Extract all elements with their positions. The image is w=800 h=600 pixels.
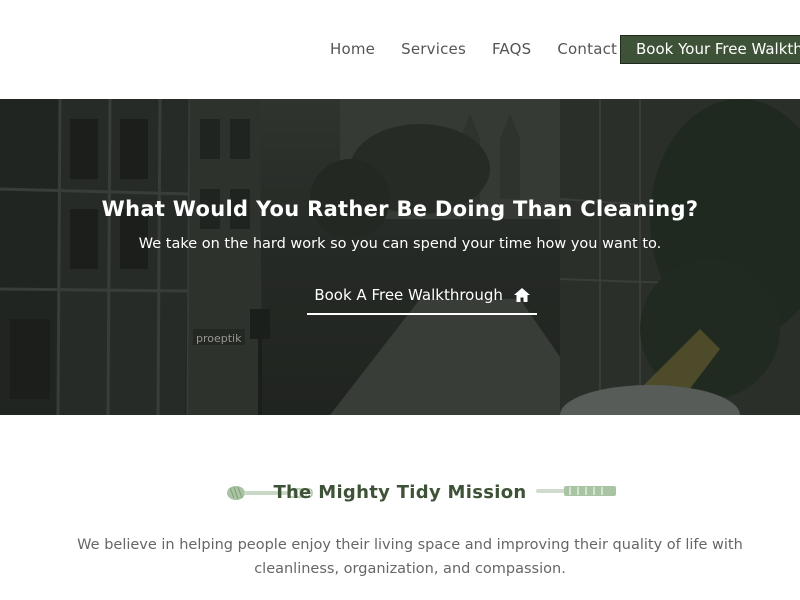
nav-contact[interactable]: Contact <box>557 38 617 60</box>
hero-background-image: proeptik <box>0 99 800 415</box>
hero-button-label: Book A Free Walkthrough <box>314 286 503 304</box>
site-header: Home Services FAQS Contact Book Your Fre… <box>0 0 800 99</box>
brush-right-icon <box>534 482 618 504</box>
mission-title: The Mighty Tidy Mission <box>273 482 527 503</box>
book-walkthrough-button[interactable]: Book Your Free Walkthrough <box>620 35 800 64</box>
book-free-walkthrough-button[interactable]: Book A Free Walkthrough <box>307 281 537 315</box>
hero-subtitle: We take on the hard work so you can spen… <box>138 236 662 252</box>
main-nav: Home Services FAQS Contact <box>330 38 643 60</box>
home-icon <box>513 283 530 311</box>
hero-section: proeptik What Would You Rather Be Doing … <box>0 99 800 415</box>
nav-services[interactable]: Services <box>401 38 466 60</box>
hero-title: What Would You Rather Be Doing Than Clea… <box>101 197 699 221</box>
nav-home[interactable]: Home <box>330 38 375 60</box>
nav-faqs[interactable]: FAQS <box>492 38 531 60</box>
mission-text: We believe in helping people enjoy their… <box>77 537 743 577</box>
